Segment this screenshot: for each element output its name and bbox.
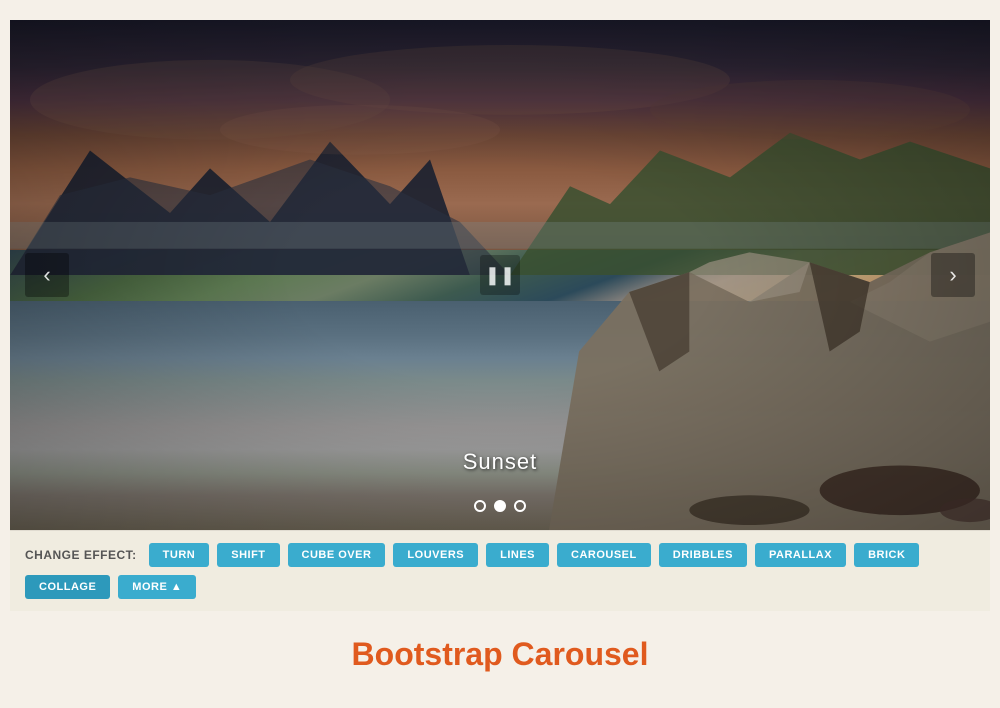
carousel-prev-button[interactable]: ‹ [25, 253, 69, 297]
effect-parallax-button[interactable]: PARALLAX [755, 543, 846, 567]
indicator-1[interactable] [494, 500, 506, 512]
title-section: Bootstrap Carousel [10, 611, 990, 688]
effect-cube-over-button[interactable]: CUBE OVER [288, 543, 386, 567]
effect-brick-button[interactable]: BRICK [854, 543, 919, 567]
effect-shift-button[interactable]: SHIFT [217, 543, 279, 567]
page-wrapper: ‹ ❚❚ › Sunset CHANGE EFFECT: TURN SHIFT … [10, 20, 990, 688]
main-title: Bootstrap Carousel [10, 636, 990, 673]
carousel-caption: Sunset [463, 449, 538, 485]
effect-carousel-button[interactable]: CAROUSEL [557, 543, 651, 567]
carousel-pause-button[interactable]: ❚❚ [480, 255, 520, 295]
effect-collage-button[interactable]: COLLAGE [25, 575, 110, 599]
indicator-0[interactable] [474, 500, 486, 512]
effect-more-button[interactable]: MORE ▲ [118, 575, 196, 599]
carousel: ‹ ❚❚ › Sunset [10, 20, 990, 530]
effect-lines-button[interactable]: LINES [486, 543, 549, 567]
carousel-next-button[interactable]: › [931, 253, 975, 297]
carousel-caption-text: Sunset [463, 449, 538, 475]
effects-label: CHANGE EFFECT: [25, 548, 137, 562]
effect-turn-button[interactable]: TURN [149, 543, 210, 567]
effect-dribbles-button[interactable]: DRIBBLES [659, 543, 747, 567]
effects-bar: CHANGE EFFECT: TURN SHIFT CUBE OVER LOUV… [10, 530, 990, 611]
indicator-2[interactable] [514, 500, 526, 512]
effect-louvers-button[interactable]: LOUVERS [393, 543, 478, 567]
carousel-indicators [474, 500, 526, 512]
